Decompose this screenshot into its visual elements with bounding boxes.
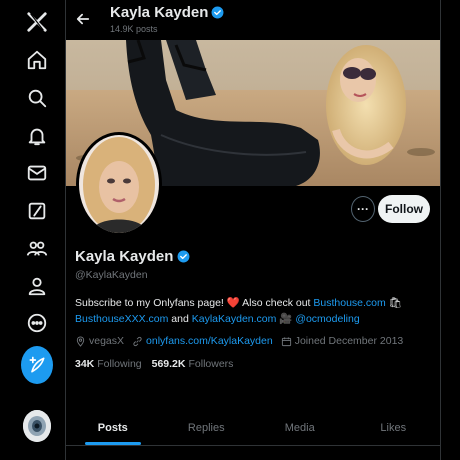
more-circle-icon[interactable] [21,307,53,339]
header-display-name: Kayla Kayden [110,4,224,21]
calendar-icon [281,336,291,346]
bio-link-kaylakayden[interactable]: KaylaKayden.com [192,313,277,325]
mail-icon[interactable] [21,157,53,189]
bell-icon[interactable] [21,120,53,152]
grok-icon[interactable] [21,195,53,227]
compose-post-button[interactable] [21,346,53,384]
column-divider [440,0,441,460]
header-name-text: Kayla Kayden [110,4,209,21]
left-nav [0,0,66,460]
location-pin-icon [76,336,85,347]
profile-name-text: Kayla Kayden [75,248,174,265]
joined-item: Joined December 2013 [281,335,404,347]
profile-handle: @KaylaKayden [75,269,148,281]
tab-replies[interactable]: Replies [160,410,254,445]
verified-badge-icon [211,6,224,19]
followers-count: 569.2K [151,358,186,370]
tab-posts[interactable]: Posts [66,410,160,445]
communities-icon[interactable] [21,232,53,264]
bio-text-2: Also check out [239,297,314,309]
website-link[interactable]: onlyfans.com/KaylaKayden [146,335,273,347]
more-dots-icon: ··· [357,202,369,216]
followers-label: Followers [188,358,234,370]
following-count: 34K [75,358,95,370]
verified-badge-icon [177,250,190,263]
camera-emoji: 🎥 [279,313,293,325]
following-link[interactable]: 34K Following [75,358,142,370]
follow-button[interactable]: Follow [378,195,430,223]
profile-display-name: Kayla Kayden [75,248,190,265]
profile-header-bar: Kayla Kayden 14.9K posts [66,0,440,40]
website-item: onlyfans.com/KaylaKayden [132,335,273,347]
tab-likes[interactable]: Likes [347,410,441,445]
location-item: vegasX [75,335,124,347]
location-text: vegasX [89,335,125,347]
bio-text-3: and [168,313,192,325]
joined-text: Joined December 2013 [294,335,404,347]
link-icon [133,336,142,346]
profile-avatar[interactable] [76,132,162,236]
bio-link-ocmodeling[interactable]: @ocmodeling [295,313,359,325]
back-arrow-icon[interactable] [72,8,94,30]
tab-media[interactable]: Media [253,410,347,445]
account-avatar[interactable] [23,410,51,442]
home-icon[interactable] [21,44,53,76]
heart-emoji: ❤️ [226,297,240,309]
following-label: Following [97,358,142,370]
profile-icon[interactable] [21,270,53,302]
followers-link[interactable]: 569.2K Followers [152,358,234,370]
feather-plus-icon [29,356,45,373]
bio-text-1: Subscribe to my Onlyfans page! [75,297,227,309]
more-options-button[interactable]: ··· [351,196,375,222]
profile-column: Kayla Kayden 14.9K posts ··· Follow Kayl… [66,0,440,460]
header-posts-count: 14.9K posts [110,24,158,34]
x-logo-icon[interactable] [21,6,53,38]
profile-meta-row: vegasX onlyfans.com/KaylaKayden Joined D… [75,335,411,347]
shopping-bag-emoji: 🛍 [388,297,403,309]
follow-stats: 34K Following 569.2K Followers [75,358,233,370]
profile-bio: Subscribe to my Onlyfans page! ❤️ Also c… [75,295,435,327]
bio-link-busthouse[interactable]: Busthouse.com [313,297,385,309]
profile-tabs: Posts Replies Media Likes [66,410,440,446]
bio-link-busthousexxx[interactable]: BusthouseXXX.com [75,313,168,325]
search-icon[interactable] [21,82,53,114]
